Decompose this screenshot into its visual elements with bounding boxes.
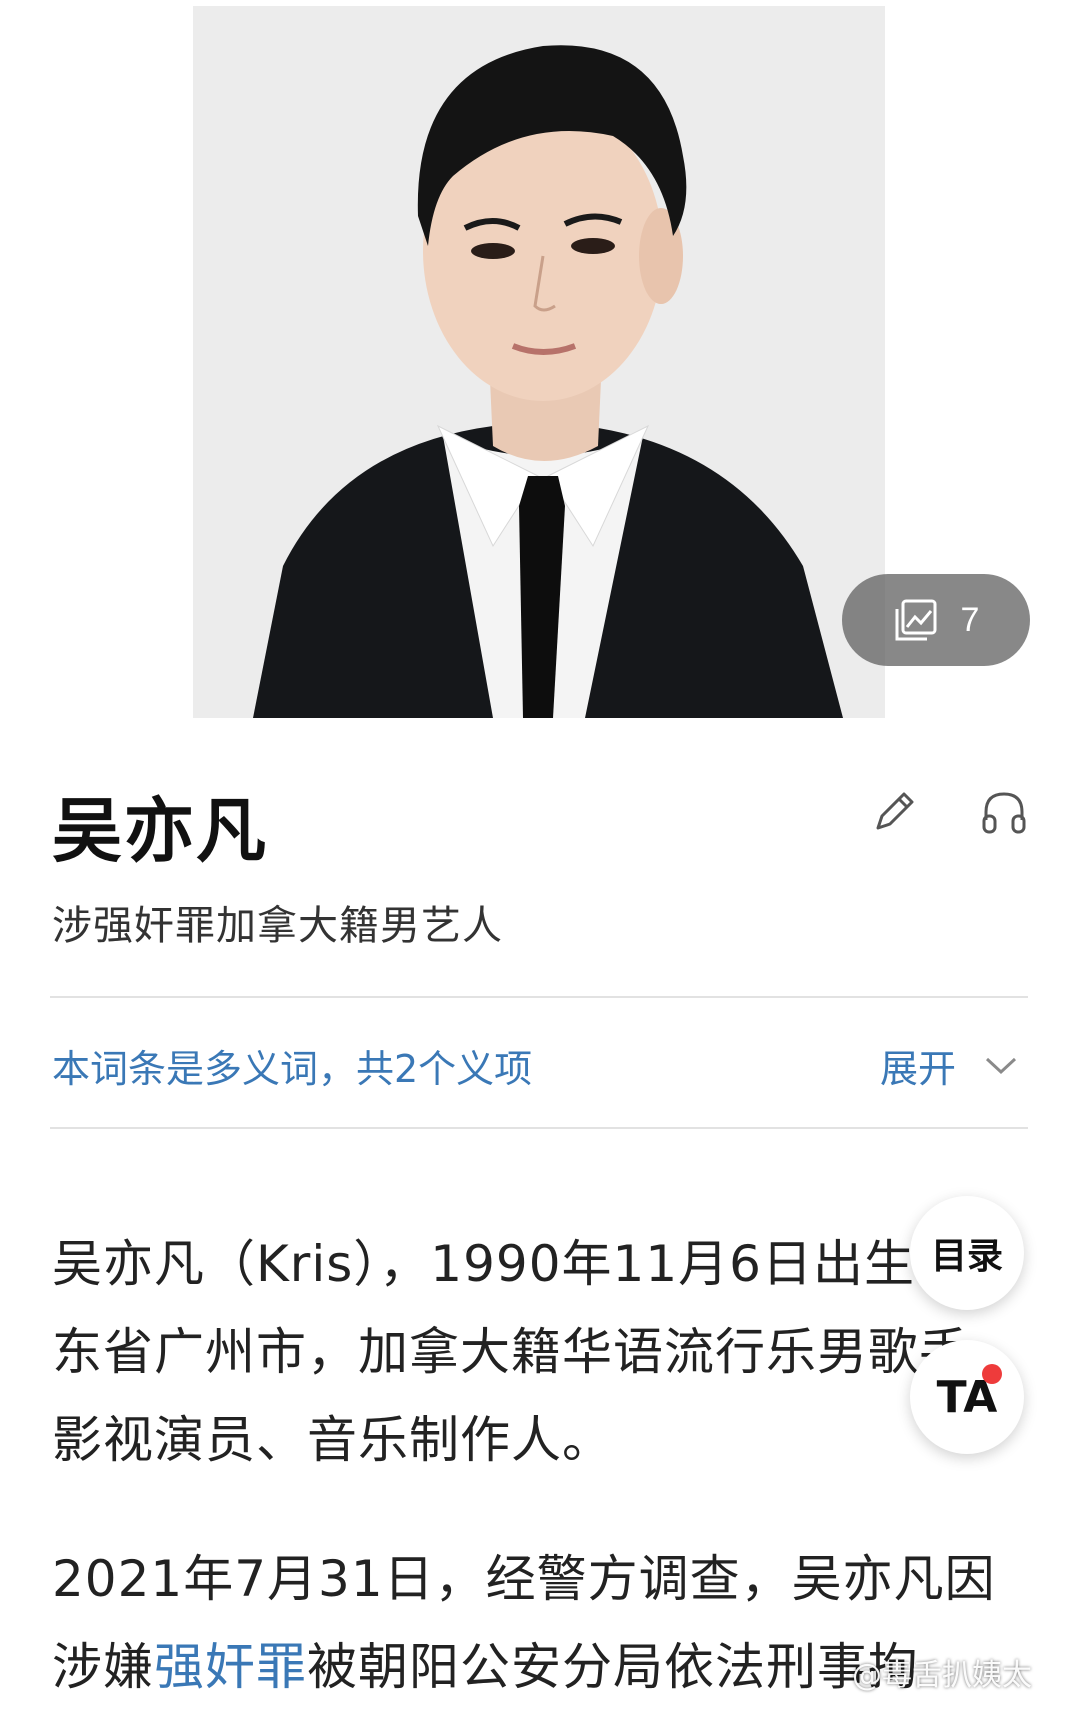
divider bbox=[50, 996, 1028, 998]
headphones-icon[interactable] bbox=[978, 786, 1030, 838]
gallery-count: 7 bbox=[960, 600, 980, 639]
toc-button[interactable]: 目录 bbox=[910, 1196, 1024, 1310]
entry-subtitle: 涉强奸罪加拿大籍男艺人 bbox=[52, 903, 503, 949]
ta-button[interactable]: TA bbox=[910, 1340, 1024, 1454]
crime-link[interactable]: 强奸罪 bbox=[154, 1638, 307, 1696]
expand-button[interactable]: 展开 bbox=[880, 1038, 1018, 1093]
page-title: 吴亦凡 bbox=[52, 790, 268, 872]
intro-paragraph: 吴亦凡（Kris），1990年11月6日出生于广东省广州市，加拿大籍华语流行乐男… bbox=[52, 1235, 1021, 1469]
pencil-icon[interactable] bbox=[868, 786, 920, 838]
gallery-count-badge[interactable]: 7 bbox=[842, 574, 1030, 666]
toc-label: 目录 bbox=[930, 1236, 1003, 1277]
expand-label: 展开 bbox=[880, 1047, 957, 1091]
chevron-down-icon bbox=[985, 1057, 1017, 1074]
paragraph-text: 被朝阳公安分局依法刑事拘 bbox=[307, 1638, 919, 1696]
watermark: @毒舌扒姨太 bbox=[852, 1658, 1032, 1693]
divider bbox=[50, 1127, 1028, 1129]
notification-dot bbox=[982, 1364, 1002, 1384]
image-gallery-icon bbox=[895, 599, 937, 641]
portrait-illustration bbox=[193, 6, 885, 718]
entry-image[interactable] bbox=[193, 6, 885, 718]
polysemy-notice[interactable]: 本词条是多义词，共2个义项 bbox=[52, 1038, 532, 1093]
